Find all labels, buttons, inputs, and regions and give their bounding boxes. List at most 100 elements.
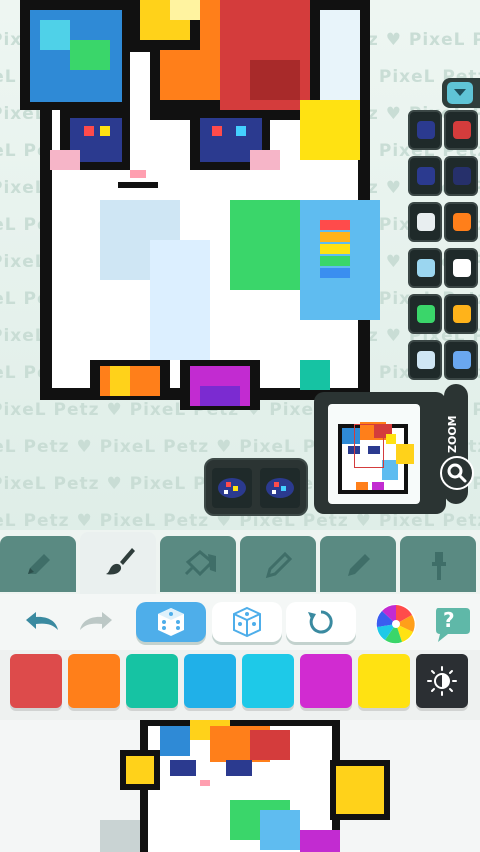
dropper-icon bbox=[432, 552, 446, 580]
brightness-icon bbox=[427, 666, 457, 696]
action-toolbar: ? bbox=[0, 594, 480, 654]
canvas-pixel-block[interactable] bbox=[320, 232, 350, 242]
canvas-pixel-block[interactable] bbox=[320, 256, 350, 266]
character-preview-art bbox=[100, 720, 390, 852]
preview-panel[interactable] bbox=[314, 392, 446, 514]
canvas-pixel-block[interactable] bbox=[320, 244, 350, 254]
canvas-pixel-block[interactable] bbox=[84, 126, 94, 136]
color-swatch[interactable] bbox=[358, 654, 410, 708]
dice-icon bbox=[158, 608, 184, 636]
thumb-eye-dark[interactable] bbox=[444, 156, 478, 196]
canvas-pixel-block[interactable] bbox=[320, 220, 350, 230]
character-preview bbox=[0, 720, 480, 852]
tool-tabs bbox=[0, 530, 480, 594]
pen-outline-icon bbox=[265, 551, 293, 579]
random-fill-button[interactable] bbox=[136, 602, 206, 642]
undo-icon bbox=[26, 612, 58, 630]
character-pixel-block bbox=[226, 760, 252, 776]
canvas-pixel-block[interactable] bbox=[100, 126, 110, 136]
thumb-head-rainbow[interactable] bbox=[444, 202, 478, 242]
help-label: ? bbox=[443, 608, 455, 632]
canvas-pixel-block[interactable] bbox=[320, 268, 350, 278]
canvas-pixel-block[interactable] bbox=[170, 0, 200, 20]
preview-pixel-block bbox=[356, 482, 368, 490]
redo-button[interactable] bbox=[76, 608, 116, 642]
canvas-pixel-block[interactable] bbox=[70, 40, 110, 70]
canvas-pixel-block[interactable] bbox=[250, 60, 300, 100]
character-pixel-block bbox=[160, 726, 190, 756]
color-swatch[interactable] bbox=[68, 654, 120, 708]
zoom-label: ZOOM bbox=[446, 415, 459, 453]
magnifier-icon bbox=[447, 463, 467, 483]
character-pixel-block bbox=[300, 830, 340, 852]
canvas-pixel-block[interactable] bbox=[118, 182, 158, 188]
color-swatch[interactable] bbox=[126, 654, 178, 708]
character-pixel-block bbox=[200, 780, 210, 786]
tab-pen-outline[interactable] bbox=[240, 536, 316, 592]
thumb-tail[interactable] bbox=[444, 294, 478, 334]
eye-part-icon bbox=[212, 468, 300, 508]
eye-selector-panel[interactable] bbox=[204, 458, 308, 516]
color-swatch[interactable] bbox=[10, 654, 62, 708]
zoom-button[interactable] bbox=[440, 456, 474, 490]
redo-icon bbox=[80, 612, 112, 630]
canvas-pixel-block[interactable] bbox=[236, 126, 246, 136]
thumb-paw-right[interactable] bbox=[444, 340, 478, 380]
character-pixel-block bbox=[260, 810, 300, 850]
canvas-pixel-block[interactable] bbox=[40, 20, 70, 50]
color-wheel-icon bbox=[376, 604, 416, 644]
canvas-pixel-block[interactable] bbox=[200, 386, 240, 406]
thumb-leg-right[interactable] bbox=[444, 248, 478, 288]
help-button[interactable]: ? bbox=[432, 604, 472, 648]
canvas-pixel-block[interactable] bbox=[150, 240, 210, 360]
bucket-icon bbox=[184, 550, 216, 577]
preview-pixel-block bbox=[372, 482, 384, 490]
preview-pixel-block bbox=[382, 460, 398, 480]
thumb-snout[interactable] bbox=[408, 202, 442, 242]
tab-brush[interactable] bbox=[80, 532, 156, 594]
character-pixel-block bbox=[126, 756, 154, 784]
preview-thumbnail bbox=[328, 404, 420, 504]
thumb-eye-green[interactable] bbox=[408, 294, 442, 334]
thumb-leg-left[interactable] bbox=[408, 248, 442, 288]
reset-icon bbox=[308, 610, 333, 634]
pencil-icon bbox=[28, 554, 50, 574]
tab-fill[interactable] bbox=[160, 536, 236, 592]
parts-strip bbox=[406, 60, 480, 382]
canvas-pixel-block[interactable] bbox=[130, 170, 146, 178]
color-swatch[interactable] bbox=[184, 654, 236, 708]
thumb-eye-blue-arrow[interactable] bbox=[408, 110, 442, 150]
color-swatch[interactable] bbox=[300, 654, 352, 708]
pen-icon bbox=[348, 554, 370, 576]
color-wheel-button[interactable] bbox=[374, 602, 418, 650]
reset-button[interactable] bbox=[286, 602, 356, 642]
canvas-pixel-block[interactable] bbox=[320, 10, 360, 100]
character-pixel-block bbox=[250, 730, 290, 760]
character-pixel-block bbox=[336, 766, 384, 814]
thumb-horn-red[interactable] bbox=[444, 110, 478, 150]
canvas-pixel-block[interactable] bbox=[110, 366, 130, 396]
dice-outline-icon bbox=[233, 606, 261, 638]
preview-pixel-block bbox=[396, 444, 414, 464]
thumb-eye-blue[interactable] bbox=[408, 156, 442, 196]
canvas-pixel-block[interactable] bbox=[50, 150, 80, 170]
undo-button[interactable] bbox=[22, 608, 62, 642]
random-outline-button[interactable] bbox=[212, 602, 282, 642]
color-palette bbox=[0, 650, 480, 720]
canvas-pixel-block[interactable] bbox=[300, 100, 360, 160]
character-pixel-block bbox=[170, 760, 196, 776]
preview-pixel-block bbox=[386, 434, 396, 444]
canvas-pixel-block[interactable] bbox=[300, 360, 330, 390]
strip-collapse-button[interactable] bbox=[442, 78, 480, 108]
brightness-button[interactable] bbox=[416, 654, 468, 708]
canvas-pixel-block[interactable] bbox=[212, 126, 222, 136]
tab-pen-dark[interactable] bbox=[320, 536, 396, 592]
tab-dropper[interactable] bbox=[400, 536, 476, 592]
thumb-paw-left[interactable] bbox=[408, 340, 442, 380]
color-swatch[interactable] bbox=[242, 654, 294, 708]
brush-icon bbox=[106, 548, 135, 575]
chevron-down-icon bbox=[454, 89, 466, 96]
canvas-pixel-block[interactable] bbox=[250, 150, 280, 170]
tab-pencil[interactable] bbox=[0, 536, 76, 592]
viewport-frame[interactable] bbox=[354, 424, 384, 468]
